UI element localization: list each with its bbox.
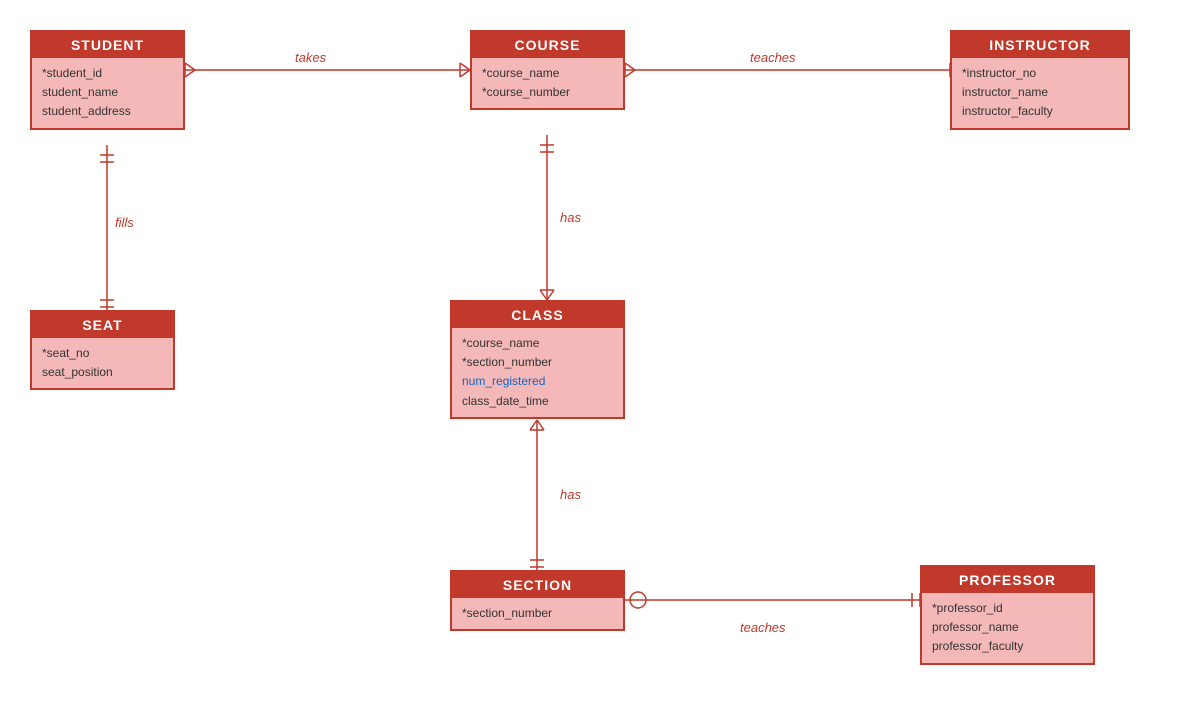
label-teaches-professor: teaches: [740, 620, 786, 635]
entity-section: SECTION *section_number: [450, 570, 625, 631]
field-professor-id: *professor_id: [932, 599, 1083, 618]
entity-student-body: *student_id student_name student_address: [32, 58, 183, 128]
entity-professor-body: *professor_id professor_name professor_f…: [922, 593, 1093, 663]
field-section-number: *section_number: [462, 604, 613, 623]
entity-professor: PROFESSOR *professor_id professor_name p…: [920, 565, 1095, 665]
field-student-address: student_address: [42, 102, 173, 121]
label-fills: fills: [115, 215, 134, 230]
entity-course-body: *course_name *course_number: [472, 58, 623, 108]
entity-seat-body: *seat_no seat_position: [32, 338, 173, 388]
entity-instructor: INSTRUCTOR *instructor_no instructor_nam…: [950, 30, 1130, 130]
field-student-name: student_name: [42, 83, 173, 102]
field-course-number: *course_number: [482, 83, 613, 102]
entity-student-header: STUDENT: [32, 32, 183, 58]
entity-class: CLASS *course_name *section_number num_r…: [450, 300, 625, 419]
entity-seat: SEAT *seat_no seat_position: [30, 310, 175, 390]
label-has-section: has: [560, 487, 581, 502]
field-professor-name: professor_name: [932, 618, 1083, 637]
entity-professor-header: PROFESSOR: [922, 567, 1093, 593]
entity-student: STUDENT *student_id student_name student…: [30, 30, 185, 130]
diagram: STUDENT *student_id student_name student…: [0, 0, 1201, 724]
field-class-section-number: *section_number: [462, 353, 613, 372]
entity-class-header: CLASS: [452, 302, 623, 328]
field-student-id: *student_id: [42, 64, 173, 83]
entity-course: COURSE *course_name *course_number: [470, 30, 625, 110]
field-instructor-faculty: instructor_faculty: [962, 102, 1118, 121]
field-seat-no: *seat_no: [42, 344, 163, 363]
field-seat-position: seat_position: [42, 363, 163, 382]
field-professor-faculty: professor_faculty: [932, 637, 1083, 656]
field-instructor-name: instructor_name: [962, 83, 1118, 102]
field-class-date-time: class_date_time: [462, 392, 613, 411]
entity-course-header: COURSE: [472, 32, 623, 58]
label-takes: takes: [295, 50, 326, 65]
label-has-class: has: [560, 210, 581, 225]
field-instructor-no: *instructor_no: [962, 64, 1118, 83]
entity-section-header: SECTION: [452, 572, 623, 598]
field-course-name: *course_name: [482, 64, 613, 83]
entity-section-body: *section_number: [452, 598, 623, 629]
field-class-course-name: *course_name: [462, 334, 613, 353]
entity-instructor-header: INSTRUCTOR: [952, 32, 1128, 58]
entity-instructor-body: *instructor_no instructor_name instructo…: [952, 58, 1128, 128]
entity-class-body: *course_name *section_number num_registe…: [452, 328, 623, 417]
label-teaches-instructor: teaches: [750, 50, 796, 65]
entity-seat-header: SEAT: [32, 312, 173, 338]
field-class-num-registered: num_registered: [462, 372, 613, 391]
